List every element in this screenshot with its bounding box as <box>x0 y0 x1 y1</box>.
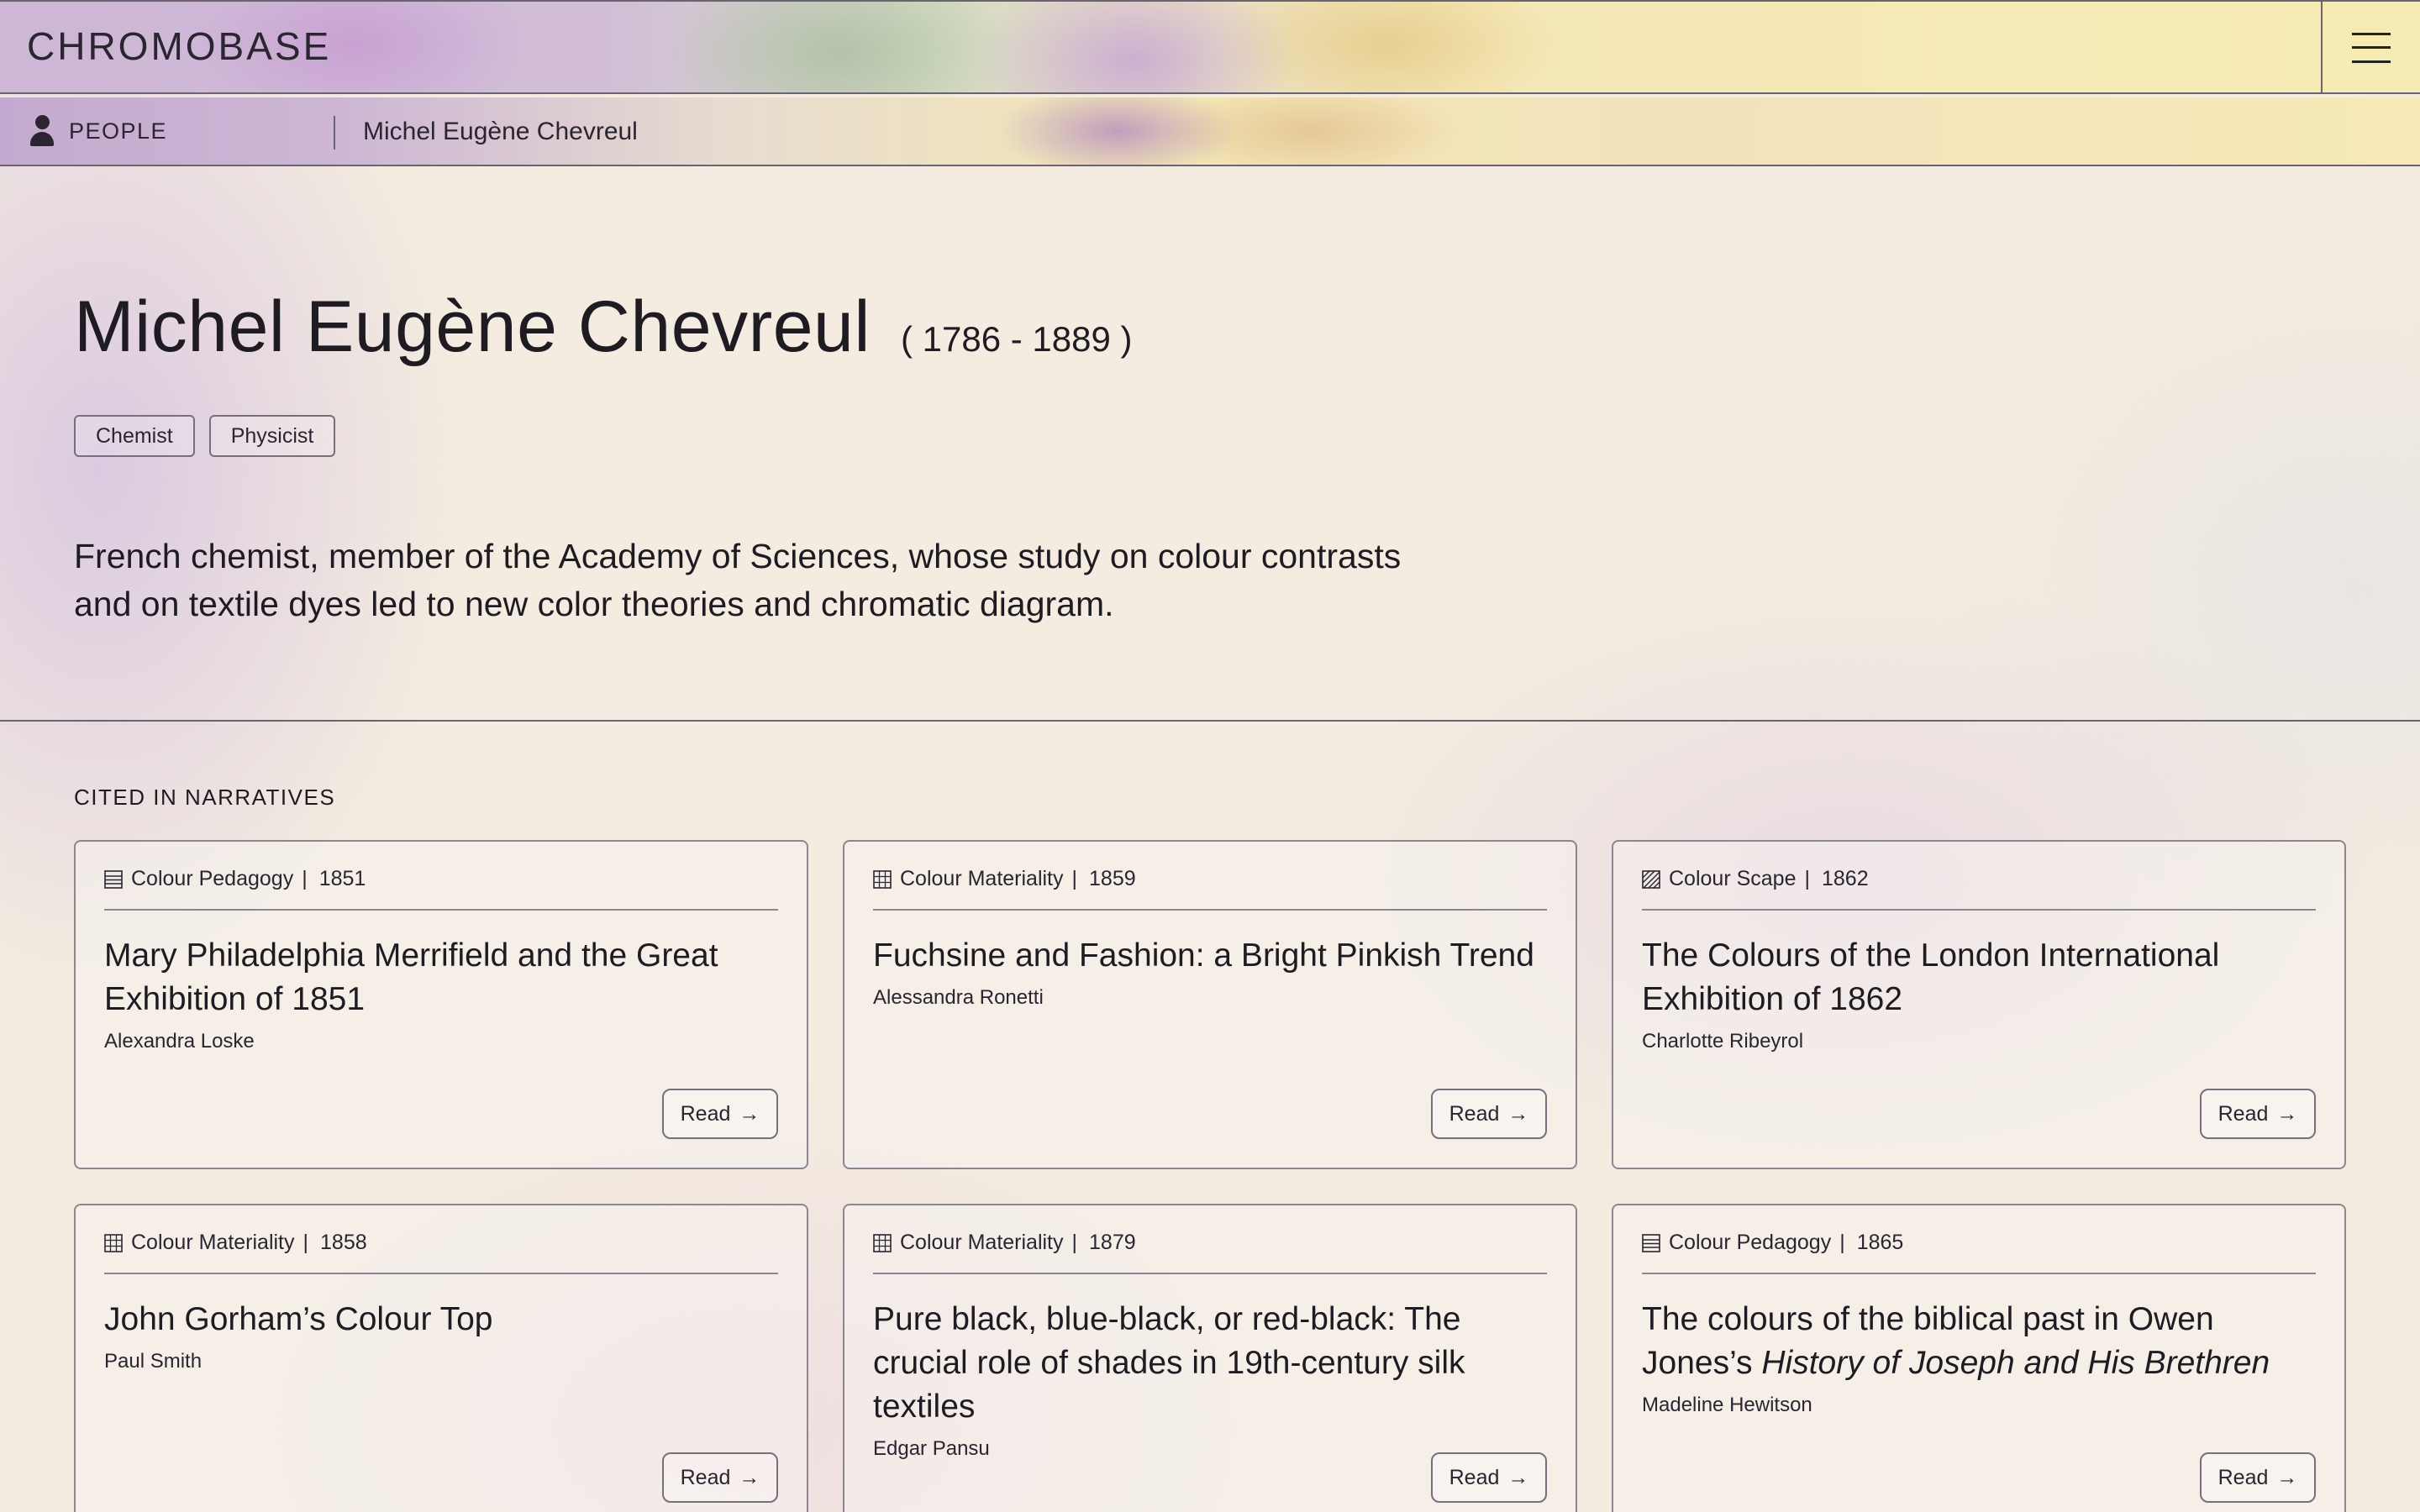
card-author: Alexandra Loske <box>104 1030 255 1053</box>
top-bar: CHROMOBASE <box>0 0 2420 94</box>
card-meta: Colour Pedagogy | 1851 <box>104 867 778 911</box>
card-meta-separator: | <box>1071 1231 1078 1254</box>
card-year: 1862 <box>1821 867 1869 890</box>
card-author: Edgar Pansu <box>873 1437 990 1460</box>
card-author: Paul Smith <box>104 1350 203 1373</box>
breadcrumb-section-label: PEOPLE <box>69 118 168 144</box>
card-meta-separator: | <box>302 1231 309 1254</box>
card-meta: Colour Pedagogy | 1865 <box>1642 1231 2316 1274</box>
card-title[interactable]: Pure black, blue-black, or red-black: Th… <box>873 1298 1542 1429</box>
breadcrumb-current: Michel Eugène Chevreul <box>363 118 638 145</box>
narrative-card[interactable]: Colour Pedagogy | 1851 Mary Philadelphia Me… <box>74 840 808 1169</box>
card-meta: Colour Materiality | 1879 <box>873 1231 1547 1274</box>
arrow-right-icon: → <box>1507 1465 1529 1489</box>
lined-page-icon <box>1642 1234 1660 1252</box>
card-category: Colour Materiality <box>131 1231 295 1254</box>
hatched-square-icon <box>1642 870 1660 889</box>
card-meta: Colour Scape | 1862 <box>1642 867 2316 911</box>
person-hero: Michel Eugène Chevreul ( 1786 - 1889 ) C… <box>0 168 2420 722</box>
card-category: Colour Scape <box>1669 867 1797 890</box>
card-title[interactable]: The Colours of the London International … <box>1642 934 2311 1021</box>
narrative-card[interactable]: Colour Materiality | 1858 John Gorham’s Col… <box>74 1204 808 1512</box>
card-title[interactable]: The colours of the biblical past in Owen… <box>1642 1298 2311 1385</box>
read-button[interactable]: Read → <box>662 1452 778 1503</box>
person-name: Michel Eugène Chevreul <box>74 286 871 367</box>
card-title[interactable]: Fuchsine and Fashion: a Bright Pinkish T… <box>873 934 1542 978</box>
card-title-text: The Colours of the London International … <box>1642 937 2220 1017</box>
breadcrumb-divider <box>334 116 335 150</box>
card-author: Alessandra Ronetti <box>873 986 1044 1009</box>
read-label: Read <box>2217 1101 2269 1126</box>
card-year: 1851 <box>318 867 366 890</box>
person-tags: Chemist Physicist <box>74 415 336 457</box>
menu-button[interactable] <box>2321 2 2420 94</box>
tag-chemist[interactable]: Chemist <box>74 415 195 457</box>
card-year: 1858 <box>320 1231 367 1254</box>
person-bio: French chemist, member of the Academy of… <box>74 537 1402 623</box>
card-year: 1879 <box>1089 1231 1136 1254</box>
read-button[interactable]: Read → <box>2200 1089 2316 1139</box>
lined-page-icon <box>104 870 123 889</box>
card-title-text: Pure black, blue-black, or red-black: Th… <box>873 1301 1465 1425</box>
read-button[interactable]: Read → <box>1431 1089 1547 1139</box>
person-heading: Michel Eugène Chevreul ( 1786 - 1889 ) <box>74 286 1133 369</box>
breadcrumb-people-link[interactable]: PEOPLE <box>30 113 167 150</box>
breadcrumb: PEOPLE Michel Eugène Chevreul <box>0 97 2420 166</box>
card-author: Charlotte Ribeyrol <box>1642 1030 1804 1053</box>
narrative-card[interactable]: Colour Pedagogy | 1865 The colours of the b… <box>1612 1204 2346 1512</box>
card-title[interactable]: John Gorham’s Colour Top <box>104 1298 773 1341</box>
read-button[interactable]: Read → <box>2200 1452 2316 1503</box>
narrative-card[interactable]: Colour Scape | 1862 The Colours of the Lond… <box>1612 840 2346 1169</box>
card-year: 1865 <box>1856 1231 1904 1254</box>
site-logo[interactable]: CHROMOBASE <box>27 24 331 69</box>
arrow-right-icon: → <box>739 1101 760 1126</box>
card-title[interactable]: Mary Philadelphia Merrifield and the Gre… <box>104 934 773 1021</box>
read-button[interactable]: Read → <box>662 1089 778 1139</box>
read-label: Read <box>680 1465 731 1489</box>
read-label: Read <box>1449 1465 1500 1489</box>
card-meta-separator: | <box>1071 867 1078 890</box>
card-year: 1859 <box>1089 867 1136 890</box>
card-title-italic: History of Joseph and His Brethren <box>1761 1345 2270 1381</box>
card-meta-separator: | <box>1804 867 1810 890</box>
person-dates: ( 1786 - 1889 ) <box>900 319 1133 359</box>
card-meta: Colour Materiality | 1859 <box>873 867 1547 911</box>
card-meta-separator: | <box>302 867 308 890</box>
card-category: Colour Materiality <box>900 867 1064 890</box>
arrow-right-icon: → <box>1507 1101 1529 1126</box>
card-author: Madeline Hewitson <box>1642 1394 1812 1416</box>
grid-icon <box>104 1234 123 1252</box>
arrow-right-icon: → <box>2276 1465 2298 1489</box>
section-title-cited: CITED IN NARRATIVES <box>74 785 336 810</box>
read-label: Read <box>2217 1465 2269 1489</box>
section-divider <box>0 720 2420 722</box>
card-title-text: Fuchsine and Fashion: a Bright Pinkish T… <box>873 937 1534 974</box>
tag-physicist[interactable]: Physicist <box>208 415 336 457</box>
arrow-right-icon: → <box>739 1465 760 1489</box>
card-title-text: John Gorham’s Colour Top <box>104 1301 493 1337</box>
grid-icon <box>873 1234 892 1252</box>
read-button[interactable]: Read → <box>1431 1452 1547 1503</box>
card-meta-separator: | <box>1839 1231 1845 1254</box>
person-icon <box>30 115 54 147</box>
card-category: Colour Materiality <box>900 1231 1064 1254</box>
card-category: Colour Pedagogy <box>1669 1231 1832 1254</box>
narrative-card[interactable]: Colour Materiality | 1859 Fuchsine and Fash… <box>843 840 1577 1169</box>
card-category: Colour Pedagogy <box>131 867 294 890</box>
read-label: Read <box>1449 1101 1500 1126</box>
read-label: Read <box>680 1101 731 1126</box>
narrative-card[interactable]: Colour Materiality | 1879 Pure black, blue-… <box>843 1204 1577 1512</box>
card-title-text: Mary Philadelphia Merrifield and the Gre… <box>104 937 718 1017</box>
card-meta: Colour Materiality | 1858 <box>104 1231 778 1274</box>
arrow-right-icon: → <box>2276 1101 2298 1126</box>
grid-icon <box>873 870 892 889</box>
hamburger-icon <box>2352 33 2391 63</box>
